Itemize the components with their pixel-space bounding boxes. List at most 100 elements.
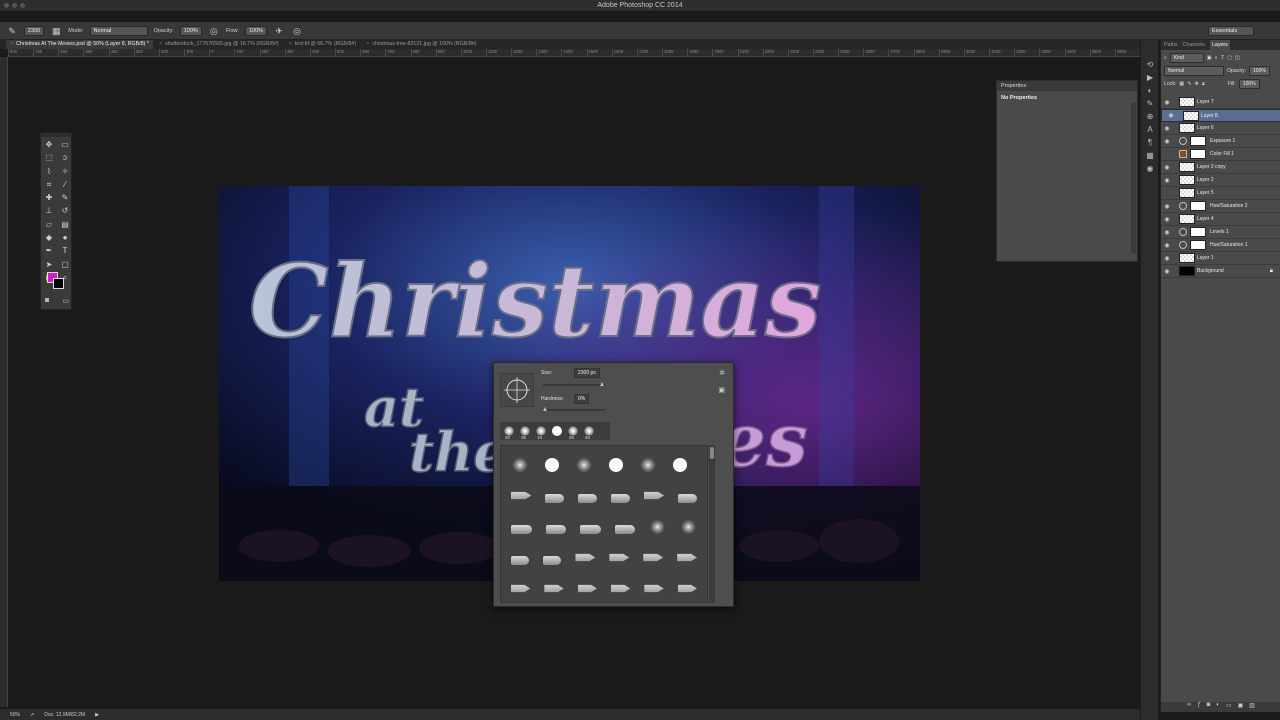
- brush-size-picker[interactable]: 2300: [24, 25, 45, 36]
- layer-row[interactable]: ◉ Layer 6: [1161, 122, 1280, 135]
- brush-preset[interactable]: [644, 584, 664, 593]
- brush-preset[interactable]: [609, 457, 623, 472]
- eraser-icon[interactable]: ▱: [41, 218, 57, 231]
- brush-preset[interactable]: 50: [643, 553, 664, 562]
- new-preset-icon[interactable]: ▣: [718, 386, 725, 394]
- tab-paths[interactable]: Paths: [1164, 40, 1178, 50]
- tab-christmas-psd[interactable]: × Christmas At The Movies.psd @ 50% (Laye…: [6, 40, 153, 49]
- size-field[interactable]: 2300 px: [574, 368, 600, 378]
- brush-panel-icon[interactable]: ✎: [1141, 97, 1159, 110]
- properties-scrollbar[interactable]: [1131, 103, 1136, 253]
- layer-row[interactable]: ◉ Hue/Saturation 1: [1161, 239, 1280, 252]
- visibility-eye-icon[interactable]: ◉: [1161, 216, 1173, 223]
- brush-preset[interactable]: [680, 517, 697, 536]
- move-icon[interactable]: ✥: [41, 138, 57, 151]
- layer-row[interactable]: ◉ Exposure 1: [1161, 135, 1280, 148]
- close-tab-icon[interactable]: ×: [10, 41, 13, 47]
- vertical-ruler[interactable]: [0, 57, 8, 707]
- visibility-eye-icon[interactable]: ◉: [1161, 255, 1173, 262]
- crop-icon[interactable]: ⌗: [41, 178, 57, 191]
- layer-row[interactable]: ◉ Layer 1: [1161, 252, 1280, 265]
- brush-preset[interactable]: [543, 555, 562, 565]
- close-tab-icon[interactable]: ×: [159, 41, 162, 47]
- recent-brush[interactable]: 15: [536, 426, 546, 440]
- blur-icon[interactable]: ◆: [41, 231, 57, 244]
- lock-all-icon[interactable]: 🔒︎: [1202, 81, 1205, 88]
- workspace-select[interactable]: Essentials: [1208, 26, 1254, 36]
- layer-thumbnail[interactable]: [1179, 188, 1195, 198]
- link-layers-icon[interactable]: ∞: [1187, 702, 1191, 712]
- paragraph-icon[interactable]: ¶: [1141, 136, 1159, 149]
- adjustments-icon[interactable]: ◐: [1141, 84, 1159, 97]
- visibility-eye-icon[interactable]: ◉: [1161, 138, 1173, 145]
- layer-thumbnail[interactable]: [1179, 162, 1195, 172]
- brush-preset[interactable]: [643, 491, 665, 500]
- visibility-eye-icon[interactable]: ◉: [1161, 164, 1173, 171]
- layer-row[interactable]: ◉ Layer 2 copy: [1161, 161, 1280, 174]
- layer-filter-select[interactable]: Kind: [1169, 53, 1204, 63]
- lock-position-icon[interactable]: ✥: [1195, 81, 1199, 87]
- recent-brush[interactable]: 20: [504, 426, 514, 440]
- pressure-size-icon[interactable]: ◎: [291, 25, 303, 37]
- brush-preset[interactable]: [639, 455, 657, 474]
- visibility-eye-icon[interactable]: ◉: [1161, 177, 1173, 184]
- screen-mode-icon[interactable]: ▭: [62, 297, 69, 305]
- layer-fill-field[interactable]: 100%: [1238, 79, 1260, 89]
- brush-preset[interactable]: [545, 524, 567, 534]
- gear-icon[interactable]: ✲: [719, 369, 725, 377]
- visibility-eye-icon[interactable]: ◉: [1161, 99, 1173, 106]
- layer-row[interactable]: ◉ Layer 2: [1161, 174, 1280, 187]
- visibility-eye-icon[interactable]: ◉: [1161, 125, 1173, 132]
- blend-mode-select[interactable]: Normal: [1164, 66, 1224, 76]
- export-icon[interactable]: ⇗: [30, 712, 34, 718]
- brush-preset[interactable]: [511, 455, 529, 474]
- airbrush-icon[interactable]: ✈: [273, 25, 285, 37]
- actions-icon[interactable]: ▶: [1141, 71, 1159, 84]
- layer-row[interactable]: ◉ Levels 1: [1161, 226, 1280, 239]
- recent-brush[interactable]: 25: [568, 426, 578, 440]
- brush-tool-icon[interactable]: ✎: [6, 25, 18, 37]
- brush-preset[interactable]: [677, 553, 698, 562]
- swatches-icon[interactable]: ▦: [1141, 149, 1159, 162]
- add-mask-icon[interactable]: ◙: [1207, 702, 1211, 712]
- brush-preset[interactable]: [577, 584, 597, 593]
- layer-row[interactable]: Layer 5: [1161, 187, 1280, 200]
- preset-scrollbar[interactable]: [709, 445, 715, 603]
- flow-field[interactable]: 100%: [244, 25, 268, 36]
- brush-preset[interactable]: [678, 493, 697, 503]
- hardness-field[interactable]: 0%: [574, 394, 590, 404]
- tab-text-tif[interactable]: × text.tif @ 66.7% (RGB/8#): [285, 40, 360, 49]
- healing-icon[interactable]: ✚: [41, 191, 57, 204]
- brush-preset[interactable]: [580, 524, 601, 534]
- character-icon[interactable]: A: [1141, 123, 1159, 136]
- layer-row[interactable]: ◉ Background 🔒︎: [1161, 265, 1280, 278]
- zoom-level[interactable]: 50%: [10, 712, 20, 718]
- layer-thumbnail[interactable]: [1179, 266, 1195, 276]
- layer-thumbnail[interactable]: [1183, 110, 1199, 121]
- magic-wand-icon[interactable]: ✧: [57, 165, 73, 178]
- layer-thumbnail[interactable]: [1179, 175, 1195, 185]
- layer-row[interactable]: ◉ Layer 4: [1161, 213, 1280, 226]
- size-slider[interactable]: [543, 382, 605, 386]
- brush-preset[interactable]: [511, 555, 530, 565]
- visibility-eye-icon[interactable]: ◉: [1161, 229, 1173, 236]
- brush-preset[interactable]: [545, 457, 559, 472]
- pressure-opacity-icon[interactable]: ◎: [208, 25, 220, 37]
- lock-transparency-icon[interactable]: ▦: [1179, 81, 1184, 87]
- new-layer-icon[interactable]: ▣: [1238, 702, 1244, 712]
- brush-preset[interactable]: [611, 493, 630, 503]
- history-brush-icon[interactable]: ↺: [57, 204, 73, 217]
- delete-layer-icon[interactable]: ▥: [1249, 702, 1255, 712]
- size-slider-knob[interactable]: [600, 382, 604, 386]
- visibility-eye-icon[interactable]: ◉: [1161, 268, 1173, 275]
- marquee-icon[interactable]: ⬚: [41, 151, 57, 164]
- styles-icon[interactable]: ◉: [1141, 162, 1159, 175]
- opacity-field[interactable]: 100%: [179, 25, 202, 36]
- filter-adjustment-icon[interactable]: ◐: [1215, 55, 1218, 61]
- layer-opacity-field[interactable]: 100%: [1249, 66, 1270, 76]
- brush-preset[interactable]: 25: [511, 584, 531, 593]
- brush-preset[interactable]: [677, 584, 697, 593]
- type-icon[interactable]: T: [57, 244, 73, 257]
- status-menu-icon[interactable]: ▶: [95, 712, 99, 718]
- brush-preset[interactable]: [614, 524, 636, 534]
